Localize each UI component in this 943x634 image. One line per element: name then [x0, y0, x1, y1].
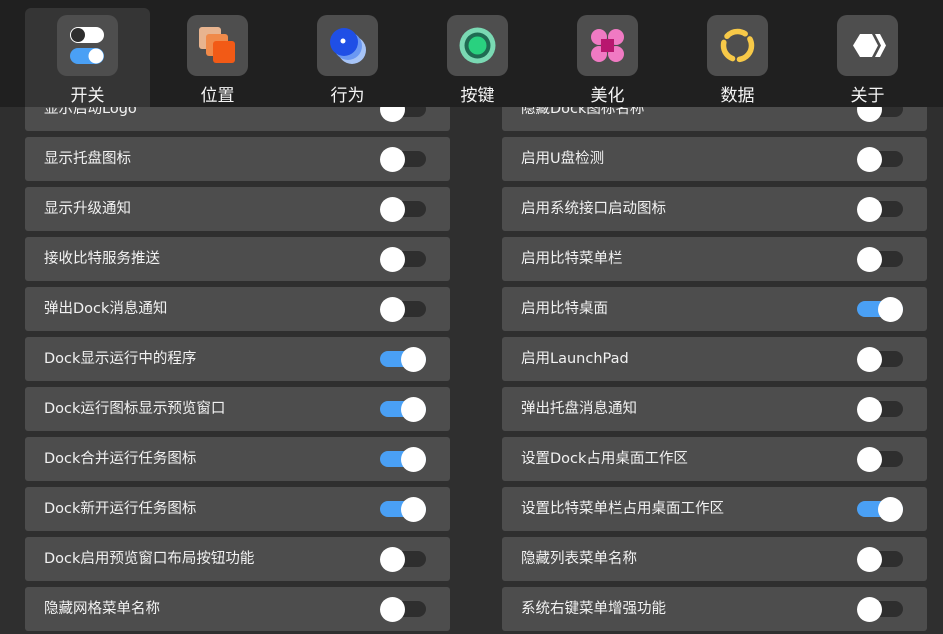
- setting-row: 显示启动Logo: [25, 107, 450, 131]
- setting-label: 启用比特桌面: [521, 301, 608, 317]
- setting-row: 隐藏列表菜单名称: [502, 537, 927, 581]
- setting-toggle[interactable]: [380, 197, 426, 222]
- setting-row: 显示升级通知: [25, 187, 450, 231]
- tab-keys[interactable]: 按键: [415, 8, 540, 107]
- setting-row: 设置Dock占用桌面工作区: [502, 437, 927, 481]
- setting-row: 隐藏Dock图标名称: [502, 107, 927, 131]
- setting-toggle[interactable]: [857, 397, 903, 422]
- setting-toggle[interactable]: [857, 147, 903, 172]
- setting-toggle[interactable]: [857, 107, 903, 122]
- right-settings-column: 隐藏Dock图标名称 启用U盘检测 启用系统接口启动图标 启用比特菜单栏 启用比…: [502, 107, 927, 634]
- setting-row: 弹出Dock消息通知: [25, 287, 450, 331]
- tab-label: 开关: [70, 86, 105, 106]
- setting-toggle[interactable]: [380, 547, 426, 572]
- tab-bar: 开关 位置 行为 按键 美化 数据 关于: [0, 0, 943, 107]
- setting-label: 显示启动Logo: [44, 107, 137, 117]
- setting-label: 系统右键菜单增强功能: [521, 601, 666, 617]
- setting-toggle[interactable]: [857, 197, 903, 222]
- setting-toggle[interactable]: [380, 147, 426, 172]
- setting-label: Dock启用预览窗口布局按钮功能: [44, 551, 255, 567]
- ring-button-icon: [447, 15, 508, 76]
- bubble-icon: [317, 15, 378, 76]
- setting-row: Dock合并运行任务图标: [25, 437, 450, 481]
- layers-icon: [187, 15, 248, 76]
- setting-toggle[interactable]: [857, 247, 903, 272]
- setting-toggle[interactable]: [857, 547, 903, 572]
- setting-label: 设置Dock占用桌面工作区: [521, 451, 688, 467]
- tab-label: 数据: [720, 86, 755, 106]
- tab-switches[interactable]: 开关: [25, 8, 150, 107]
- setting-row: 设置比特菜单栏占用桌面工作区: [502, 487, 927, 531]
- settings-panel[interactable]: 显示启动Logo 显示托盘图标 显示升级通知 接收比特服务推送 弹出Dock消息…: [0, 107, 943, 634]
- tab-label: 位置: [200, 86, 235, 106]
- setting-label: Dock新开运行任务图标: [44, 501, 197, 517]
- setting-row: 启用比特菜单栏: [502, 237, 927, 281]
- setting-label: 隐藏网格菜单名称: [44, 601, 160, 617]
- tab-about[interactable]: 关于: [805, 8, 930, 107]
- setting-toggle[interactable]: [380, 247, 426, 272]
- tab-label: 关于: [850, 86, 885, 106]
- setting-toggle[interactable]: [857, 597, 903, 622]
- setting-label: 隐藏Dock图标名称: [521, 107, 645, 117]
- tab-label: 按键: [460, 86, 495, 106]
- setting-toggle[interactable]: [380, 597, 426, 622]
- setting-toggle[interactable]: [857, 447, 903, 472]
- setting-row: Dock启用预览窗口布局按钮功能: [25, 537, 450, 581]
- setting-label: 显示托盘图标: [44, 151, 131, 167]
- setting-row: 系统右键菜单增强功能: [502, 587, 927, 631]
- setting-row: Dock新开运行任务图标: [25, 487, 450, 531]
- tab-data[interactable]: 数据: [675, 8, 800, 107]
- setting-label: 启用比特菜单栏: [521, 251, 623, 267]
- setting-toggle[interactable]: [380, 497, 426, 522]
- setting-toggle[interactable]: [857, 297, 903, 322]
- setting-label: 接收比特服务推送: [44, 251, 160, 267]
- setting-label: 显示升级通知: [44, 201, 131, 217]
- setting-row: 显示托盘图标: [25, 137, 450, 181]
- hexagon-chevron-icon: [837, 15, 898, 76]
- left-settings-column: 显示启动Logo 显示托盘图标 显示升级通知 接收比特服务推送 弹出Dock消息…: [25, 107, 450, 634]
- setting-label: Dock合并运行任务图标: [44, 451, 197, 467]
- tab-label: 美化: [590, 86, 625, 106]
- setting-toggle[interactable]: [857, 347, 903, 372]
- setting-row: 启用比特桌面: [502, 287, 927, 331]
- setting-toggle[interactable]: [857, 497, 903, 522]
- setting-row: 启用U盘检测: [502, 137, 927, 181]
- tab-behavior[interactable]: 行为: [285, 8, 410, 107]
- setting-row: Dock运行图标显示预览窗口: [25, 387, 450, 431]
- flower-icon: [577, 15, 638, 76]
- setting-toggle[interactable]: [380, 347, 426, 372]
- setting-row: 隐藏网格菜单名称: [25, 587, 450, 631]
- setting-label: Dock显示运行中的程序: [44, 351, 197, 367]
- setting-label: 隐藏列表菜单名称: [521, 551, 637, 567]
- setting-toggle[interactable]: [380, 297, 426, 322]
- setting-label: 启用LaunchPad: [521, 351, 629, 367]
- setting-row: 弹出托盘消息通知: [502, 387, 927, 431]
- switch-icon: [57, 15, 118, 76]
- setting-toggle[interactable]: [380, 397, 426, 422]
- setting-label: Dock运行图标显示预览窗口: [44, 401, 226, 417]
- setting-toggle[interactable]: [380, 447, 426, 472]
- setting-toggle[interactable]: [380, 107, 426, 122]
- setting-row: Dock显示运行中的程序: [25, 337, 450, 381]
- setting-row: 启用系统接口启动图标: [502, 187, 927, 231]
- setting-label: 启用系统接口启动图标: [521, 201, 666, 217]
- setting-row: 接收比特服务推送: [25, 237, 450, 281]
- setting-label: 弹出托盘消息通知: [521, 401, 637, 417]
- tab-beautify[interactable]: 美化: [545, 8, 670, 107]
- circle-segments-icon: [707, 15, 768, 76]
- setting-label: 设置比特菜单栏占用桌面工作区: [521, 501, 724, 517]
- setting-label: 弹出Dock消息通知: [44, 301, 168, 317]
- setting-label: 启用U盘检测: [521, 151, 605, 167]
- setting-row: 启用LaunchPad: [502, 337, 927, 381]
- tab-label: 行为: [330, 86, 365, 106]
- tab-position[interactable]: 位置: [155, 8, 280, 107]
